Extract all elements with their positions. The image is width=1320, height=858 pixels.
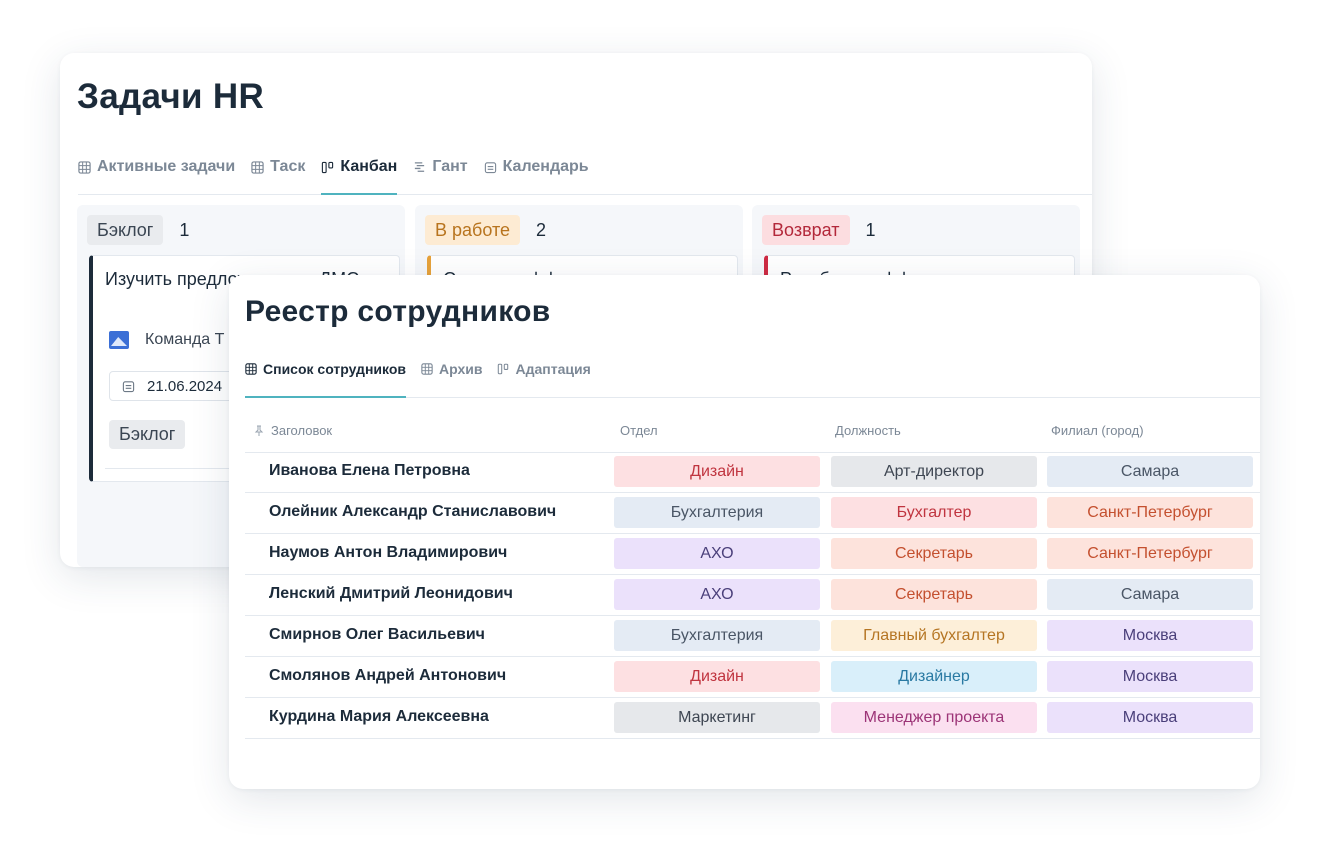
- tab-3[interactable]: Канбан: [321, 158, 398, 195]
- table-row[interactable]: Олейник Александр Станиславович Бухгалтер…: [245, 493, 1260, 534]
- view-tabs: Активные задачи Таск Канбан Гант Календарь: [78, 145, 1092, 195]
- employee-name[interactable]: Ленский Дмитрий Леонидович: [269, 585, 513, 603]
- employee-name[interactable]: Олейник Александр Станиславович: [269, 503, 556, 521]
- city-tag[interactable]: Самара: [1047, 579, 1253, 610]
- city-tag[interactable]: Москва: [1047, 661, 1253, 692]
- column-header: В работе 2: [425, 215, 546, 245]
- status-badge[interactable]: В работе: [425, 215, 521, 245]
- team-name: Команда Т: [145, 331, 225, 348]
- employee-name[interactable]: Иванова Елена Петровна: [269, 462, 470, 480]
- page-title: Задачи HR: [77, 77, 265, 116]
- column-header-position[interactable]: Должность: [835, 423, 901, 438]
- card-count: 1: [179, 219, 190, 240]
- column-header-label: Должность: [835, 423, 901, 438]
- status-badge[interactable]: Бэклог: [87, 215, 164, 245]
- city-tag[interactable]: Самара: [1047, 456, 1253, 487]
- tab-4[interactable]: Гант: [413, 158, 468, 194]
- table-row[interactable]: Смирнов Олег Васильевич Бухгалтерия Главны…: [245, 616, 1260, 657]
- table-icon: [421, 363, 433, 375]
- city-tag[interactable]: Москва: [1047, 620, 1253, 651]
- table-row[interactable]: Ленский Дмитрий Леонидович АХО Секретарь Са…: [245, 575, 1260, 616]
- tab-label: Канбан: [340, 158, 398, 175]
- city-tag[interactable]: Санкт-Петербург: [1047, 497, 1253, 528]
- kanban-icon: [497, 363, 509, 375]
- calendar-icon: [122, 380, 135, 393]
- table-row[interactable]: Смолянов Андрей Антонович Дизайн Дизайнер М…: [245, 657, 1260, 698]
- calendar-icon: [484, 161, 497, 174]
- department-tag[interactable]: Дизайн: [614, 456, 820, 487]
- column-header: Возврат 1: [762, 215, 876, 245]
- city-tag[interactable]: Москва: [1047, 702, 1253, 733]
- department-tag[interactable]: Маркетинг: [614, 702, 820, 733]
- pin-icon: [253, 425, 265, 437]
- position-tag[interactable]: Менеджер проекта: [831, 702, 1037, 733]
- department-tag[interactable]: Дизайн: [614, 661, 820, 692]
- table-header: Заголовок Отдел Должность Филиал (город): [245, 412, 1260, 453]
- table-icon: [245, 363, 257, 375]
- table-icon: [78, 160, 91, 174]
- department-tag[interactable]: Бухгалтерия: [614, 620, 820, 651]
- table-row[interactable]: Курдина Мария Алексеевна Маркетинг Менедже…: [245, 698, 1260, 739]
- team-chip[interactable]: Команда Т: [109, 331, 224, 349]
- city-tag[interactable]: Санкт-Петербург: [1047, 538, 1253, 569]
- tab-label: Адаптация: [515, 361, 591, 377]
- position-tag[interactable]: Секретарь: [831, 579, 1037, 610]
- position-tag[interactable]: Секретарь: [831, 538, 1037, 569]
- tab-2[interactable]: Таск: [251, 158, 305, 194]
- tab-3[interactable]: Адаптация: [497, 361, 591, 397]
- employee-name[interactable]: Смирнов Олег Васильевич: [269, 626, 485, 644]
- employee-registry-window: Реестр сотрудников Список сотрудников Арх…: [229, 275, 1260, 789]
- status-badge[interactable]: Возврат: [762, 215, 850, 245]
- tab-5[interactable]: Календарь: [484, 158, 589, 194]
- tab-1[interactable]: Активные задачи: [78, 158, 235, 194]
- tab-label: Список сотрудников: [263, 361, 406, 377]
- column-header-label: Отдел: [620, 423, 658, 438]
- tab-label: Активные задачи: [97, 158, 236, 175]
- position-tag[interactable]: Арт-директор: [831, 456, 1037, 487]
- table-icon: [251, 160, 264, 174]
- column-header-title[interactable]: Заголовок: [253, 423, 332, 438]
- department-tag[interactable]: АХО: [614, 538, 820, 569]
- card-count: 2: [536, 219, 547, 240]
- position-tag[interactable]: Бухгалтер: [831, 497, 1037, 528]
- card-count: 1: [865, 219, 876, 240]
- team-logo-icon: [109, 331, 129, 349]
- column-header: Бэклог 1: [87, 215, 189, 245]
- tab-label: Гант: [432, 158, 468, 175]
- column-header-label: Заголовок: [271, 423, 333, 438]
- tab-2[interactable]: Архив: [421, 361, 482, 397]
- tab-label: Таск: [270, 158, 306, 175]
- tab-1[interactable]: Список сотрудников: [245, 361, 406, 398]
- employee-name[interactable]: Наумов Антон Владимирович: [269, 544, 507, 562]
- column-header-city[interactable]: Филиал (город): [1051, 423, 1144, 438]
- employee-table-body: Иванова Елена Петровна Дизайн Арт-директор…: [245, 452, 1260, 739]
- gantt-icon: [413, 161, 426, 174]
- position-tag[interactable]: Главный бухгалтер: [831, 620, 1037, 651]
- column-header-label: Филиал (город): [1051, 423, 1144, 438]
- page-title: Реестр сотрудников: [245, 295, 551, 328]
- kanban-icon: [321, 161, 334, 174]
- table-row[interactable]: Наумов Антон Владимирович АХО Секретарь Сан…: [245, 534, 1260, 575]
- employee-name[interactable]: Смолянов Андрей Антонович: [269, 667, 506, 685]
- tab-label: Календарь: [502, 158, 589, 175]
- table-row[interactable]: Иванова Елена Петровна Дизайн Арт-директор…: [245, 452, 1260, 493]
- column-header-dept[interactable]: Отдел: [620, 423, 658, 438]
- position-tag[interactable]: Дизайнер: [831, 661, 1037, 692]
- department-tag[interactable]: Бухгалтерия: [614, 497, 820, 528]
- due-date: 21.06.2024: [147, 377, 223, 395]
- department-tag[interactable]: АХО: [614, 579, 820, 610]
- employee-name[interactable]: Курдина Мария Алексеевна: [269, 708, 489, 726]
- view-tabs: Список сотрудников Архив Адаптация: [245, 355, 1260, 398]
- tab-label: Архив: [439, 361, 483, 377]
- status-badge: Бэклог: [109, 420, 186, 449]
